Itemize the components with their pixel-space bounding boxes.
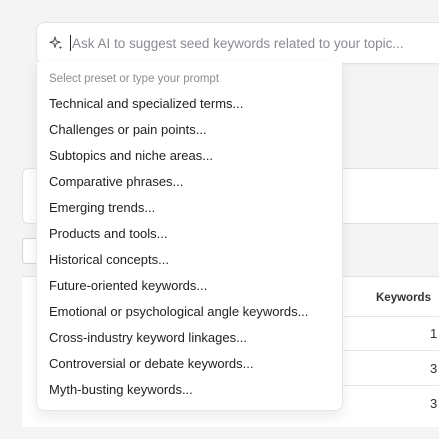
- preset-option[interactable]: Subtopics and niche areas...: [37, 143, 342, 169]
- preset-option[interactable]: Technical and specialized terms...: [37, 91, 342, 117]
- preset-option[interactable]: Emotional or psychological angle keyword…: [37, 299, 342, 325]
- keywords-count-cell: 1: [430, 326, 438, 341]
- preset-option[interactable]: Myth-busting keywords...: [37, 377, 342, 403]
- preset-option[interactable]: Cross-industry keyword linkages...: [37, 325, 342, 351]
- preset-option[interactable]: Historical concepts...: [37, 247, 342, 273]
- preset-dropdown: Select preset or type your prompt Techni…: [36, 62, 343, 411]
- preset-option[interactable]: Emerging trends...: [37, 195, 342, 221]
- page: Keywords 1 3 3 Select preset or type you…: [0, 0, 439, 439]
- table-row-divider: [340, 350, 439, 351]
- preset-option[interactable]: Future-oriented keywords...: [37, 273, 342, 299]
- table-row-divider: [340, 385, 439, 386]
- ai-prompt-box[interactable]: [36, 22, 439, 64]
- ai-prompt-input[interactable]: [72, 32, 439, 54]
- preset-option[interactable]: Controversial or debate keywords...: [37, 351, 342, 377]
- sparkle-icon: [49, 36, 63, 50]
- preset-option[interactable]: Comparative phrases...: [37, 169, 342, 195]
- keywords-count-cell: 3: [430, 361, 438, 376]
- keywords-count-cell: 3: [430, 396, 438, 411]
- preset-option[interactable]: Products and tools...: [37, 221, 342, 247]
- preset-option[interactable]: Challenges or pain points...: [37, 117, 342, 143]
- dropdown-header: Select preset or type your prompt: [49, 73, 220, 85]
- text-caret: [70, 35, 71, 51]
- keywords-column-header[interactable]: Keywords: [376, 292, 431, 304]
- table-row-divider: [340, 316, 439, 317]
